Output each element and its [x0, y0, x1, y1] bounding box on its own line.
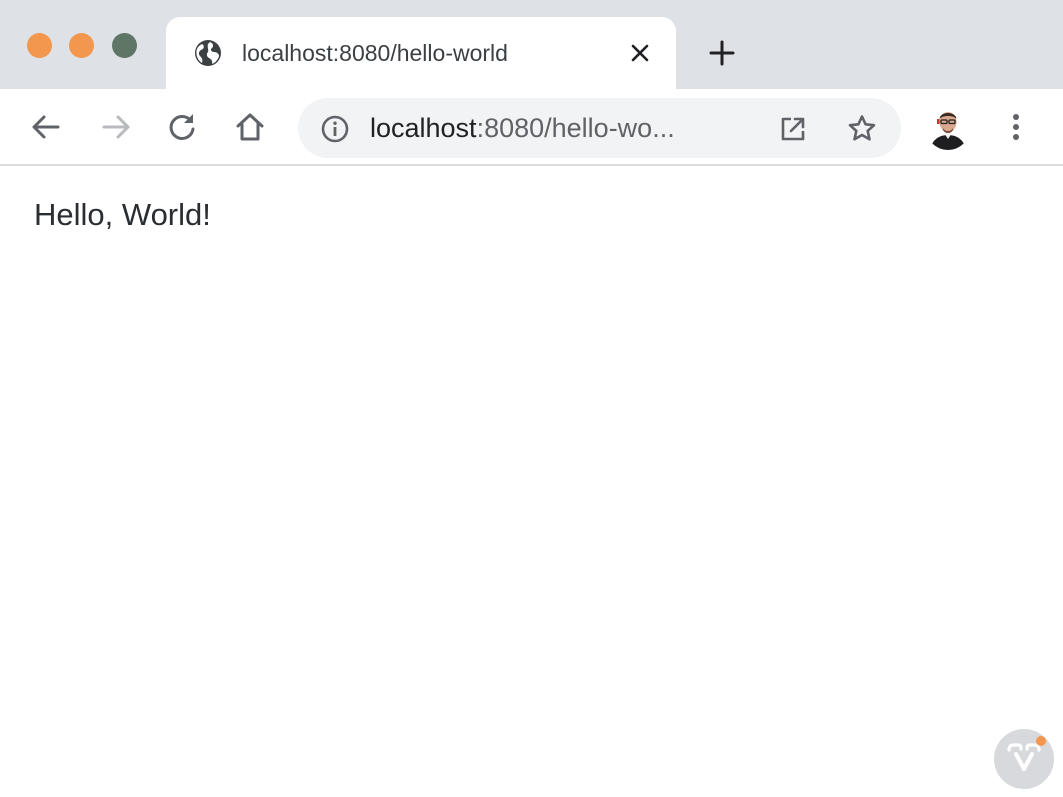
page-text: Hello, World! [34, 197, 211, 232]
tab-hello-world[interactable]: localhost:8080/hello-world [166, 17, 676, 89]
tab-strip: localhost:8080/hello-world [0, 0, 1063, 89]
close-icon[interactable] [628, 41, 652, 65]
globe-icon [195, 40, 221, 66]
arrow-right-icon[interactable] [98, 109, 134, 145]
more-vert-icon[interactable] [1000, 109, 1032, 145]
address-bar[interactable]: localhost:8080/hello-wo... [298, 98, 901, 158]
star-icon[interactable] [846, 113, 878, 145]
vaadin-logo-icon [1007, 736, 1046, 771]
avatar-image [926, 106, 970, 150]
vaadin-badge[interactable] [994, 729, 1054, 789]
avatar[interactable] [926, 106, 970, 150]
window-minimize-button[interactable] [69, 33, 94, 58]
home-icon[interactable] [232, 109, 268, 145]
tab-title: localhost:8080/hello-world [242, 40, 508, 66]
window-close-button[interactable] [27, 33, 52, 58]
open-external-icon[interactable] [778, 114, 808, 144]
plus-icon[interactable] [706, 37, 738, 69]
window-maximize-button[interactable] [112, 33, 137, 58]
reload-icon[interactable] [164, 109, 200, 145]
address-url[interactable]: localhost:8080/hello-wo... [370, 111, 675, 145]
browser-toolbar: localhost:8080/hello-wo... [0, 89, 1063, 166]
info-icon[interactable] [320, 114, 350, 144]
page-content: Hello, World! [0, 168, 1063, 797]
address-path: :8080/hello-wo... [476, 113, 675, 143]
address-host: localhost [370, 113, 477, 143]
browser-window: localhost:8080/hello-world localhost:808… [0, 0, 1063, 797]
arrow-left-icon[interactable] [28, 109, 64, 145]
